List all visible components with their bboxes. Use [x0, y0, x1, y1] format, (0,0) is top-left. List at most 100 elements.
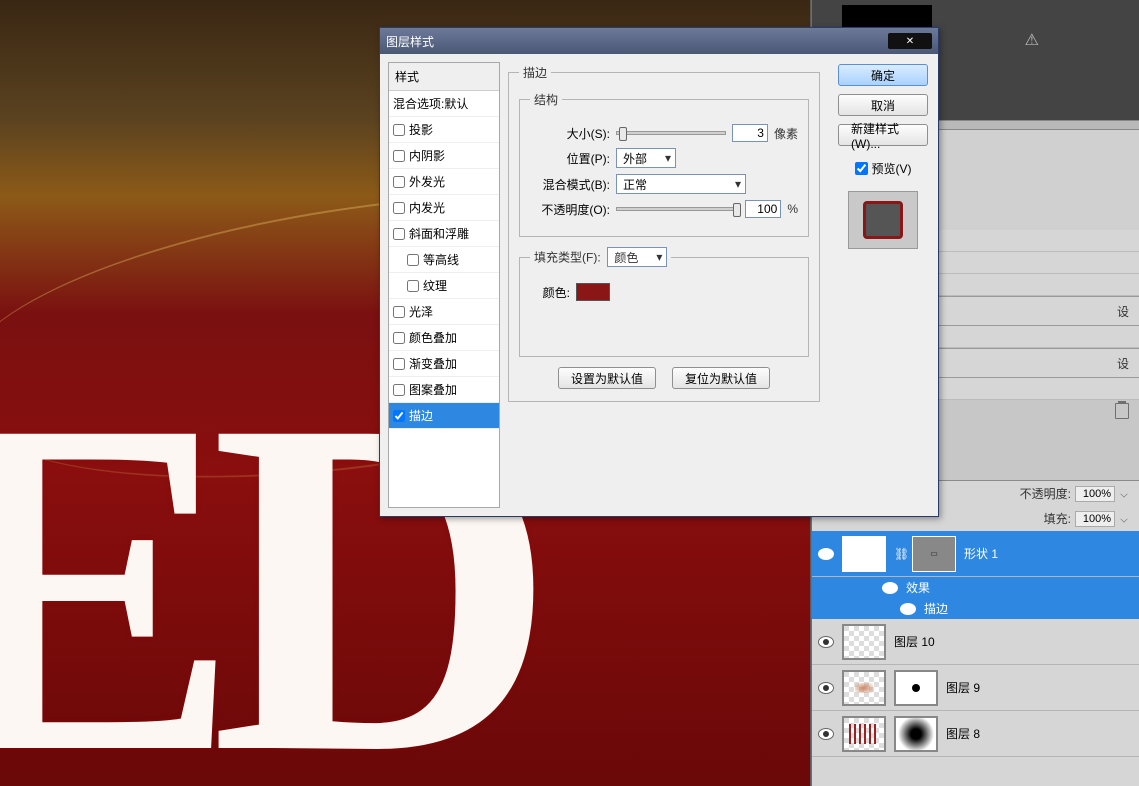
checkbox[interactable]	[393, 384, 405, 396]
style-item-stroke[interactable]: 描边	[389, 403, 499, 429]
checkbox[interactable]	[407, 280, 419, 292]
layer-name[interactable]: 图层 8	[946, 725, 1133, 742]
dialog-title: 图层样式	[386, 33, 434, 50]
visibility-icon[interactable]	[818, 548, 834, 560]
layer-thumb[interactable]	[842, 716, 886, 752]
layer-row-layer8[interactable]: 图层 8	[812, 711, 1139, 757]
layer-row-layer10[interactable]: 图层 10	[812, 619, 1139, 665]
layer-fill-label: 填充:	[1044, 510, 1071, 527]
item-label: 描边	[409, 407, 433, 424]
checkbox[interactable]	[393, 202, 405, 214]
style-list-header[interactable]: 样式	[389, 63, 499, 91]
visibility-icon[interactable]	[818, 728, 834, 740]
link-icon[interactable]: ⛓	[894, 547, 904, 561]
vector-mask-thumb[interactable]: ▭	[912, 536, 956, 572]
checkbox[interactable]	[393, 176, 405, 188]
trash-icon[interactable]	[1115, 403, 1129, 419]
chevron-down-icon[interactable]	[1120, 515, 1127, 522]
preview-checkbox-row[interactable]: 预览(V)	[838, 160, 928, 177]
fill-fieldset: 填充类型(F): 颜色 颜色:	[519, 247, 809, 357]
color-label: 颜色:	[530, 284, 570, 301]
checkbox[interactable]	[393, 228, 405, 240]
checkbox[interactable]	[393, 306, 405, 318]
size-unit: 像素	[774, 125, 798, 142]
style-item-outer-glow[interactable]: 外发光	[389, 169, 499, 195]
visibility-icon[interactable]	[818, 636, 834, 648]
chevron-down-icon[interactable]	[1120, 490, 1127, 497]
layer-mask-thumb[interactable]	[894, 670, 938, 706]
layer-thumb[interactable]	[842, 536, 886, 572]
structure-fieldset: 结构 大小(S): 像素 位置(P): 外部 混合模式(B): 正常	[519, 91, 809, 237]
style-item-inner-shadow[interactable]: 内阴影	[389, 143, 499, 169]
blending-options-item[interactable]: 混合选项:默认	[389, 91, 499, 117]
layer-fx-row[interactable]: 效果	[812, 577, 1139, 598]
stroke-fieldset: 描边 结构 大小(S): 像素 位置(P): 外部 混合模式(B):	[508, 64, 820, 402]
item-label: 纹理	[423, 277, 447, 294]
style-item-inner-glow[interactable]: 内发光	[389, 195, 499, 221]
position-dropdown[interactable]: 外部	[616, 148, 676, 168]
filltype-dropdown[interactable]: 颜色	[607, 247, 667, 267]
item-label: 渐变叠加	[409, 355, 457, 372]
opacity-input[interactable]	[745, 200, 781, 218]
layer-row-layer9[interactable]: 图层 9	[812, 665, 1139, 711]
item-label: 内阴影	[409, 147, 445, 164]
size-slider[interactable]	[616, 131, 726, 135]
checkbox[interactable]	[393, 332, 405, 344]
ok-button[interactable]: 确定	[838, 64, 928, 86]
visibility-icon[interactable]	[900, 603, 916, 615]
item-label: 外发光	[409, 173, 445, 190]
checkbox[interactable]	[393, 150, 405, 162]
layer-fill-field[interactable]: 填充: 100%	[1044, 510, 1129, 527]
layer-thumb[interactable]	[842, 624, 886, 660]
layer-name[interactable]: 图层 10	[894, 633, 1133, 650]
dialog-titlebar[interactable]: 图层样式	[380, 28, 938, 54]
stroke-legend: 描边	[519, 64, 551, 81]
stroke-color-swatch[interactable]	[576, 283, 610, 301]
style-item-color-overlay[interactable]: 颜色叠加	[389, 325, 499, 351]
layer-fill-value[interactable]: 100%	[1075, 511, 1115, 527]
fx-stroke-label: 描边	[924, 600, 948, 617]
style-list: 样式 混合选项:默认 投影 内阴影 外发光 内发光 斜面和浮雕 等高线 纹理 光…	[388, 62, 500, 508]
visibility-icon[interactable]	[882, 582, 898, 594]
item-label: 图案叠加	[409, 381, 457, 398]
new-style-button[interactable]: 新建样式(W)...	[838, 124, 928, 146]
style-item-pattern-overlay[interactable]: 图案叠加	[389, 377, 499, 403]
visibility-icon[interactable]	[818, 682, 834, 694]
layer-opacity-value[interactable]: 100%	[1075, 486, 1115, 502]
layer-name[interactable]: 形状 1	[964, 545, 1133, 562]
layer-opacity-field[interactable]: 不透明度: 100%	[1020, 485, 1129, 502]
layers-list[interactable]: ⛓ ▭ 形状 1 效果 描边 图层 10 图层 9	[812, 531, 1139, 786]
blendmode-dropdown[interactable]: 正常	[616, 174, 746, 194]
style-item-gradient-overlay[interactable]: 渐变叠加	[389, 351, 499, 377]
blendmode-label: 混合模式(B):	[530, 176, 610, 193]
filltype-label: 填充类型(F):	[534, 251, 601, 265]
fx-label: 效果	[906, 579, 930, 596]
preview-checkbox[interactable]	[855, 162, 868, 175]
layer-row-shape1[interactable]: ⛓ ▭ 形状 1	[812, 531, 1139, 577]
style-item-bevel[interactable]: 斜面和浮雕	[389, 221, 499, 247]
layer-name[interactable]: 图层 9	[946, 679, 1133, 696]
checkbox[interactable]	[393, 124, 405, 136]
style-item-satin[interactable]: 光泽	[389, 299, 499, 325]
checkbox[interactable]	[393, 410, 405, 422]
checkbox[interactable]	[407, 254, 419, 266]
checkbox[interactable]	[393, 358, 405, 370]
layer-mask-thumb[interactable]	[894, 716, 938, 752]
close-button[interactable]	[888, 33, 932, 49]
layer-fx-stroke-row[interactable]: 描边	[812, 598, 1139, 619]
opacity-slider[interactable]	[616, 207, 739, 211]
style-item-drop-shadow[interactable]: 投影	[389, 117, 499, 143]
panel-tab-label: 设	[1117, 303, 1129, 320]
item-label: 内发光	[409, 199, 445, 216]
cancel-button[interactable]: 取消	[838, 94, 928, 116]
opacity-label: 不透明度(O):	[530, 201, 610, 218]
reset-default-button[interactable]: 复位为默认值	[672, 367, 770, 389]
layer-opacity-label: 不透明度:	[1020, 485, 1071, 502]
item-label: 斜面和浮雕	[409, 225, 469, 242]
layer-style-dialog: 图层样式 样式 混合选项:默认 投影 内阴影 外发光 内发光 斜面和浮雕 等高线…	[379, 27, 939, 517]
layer-thumb[interactable]	[842, 670, 886, 706]
size-input[interactable]	[732, 124, 768, 142]
style-item-contour[interactable]: 等高线	[389, 247, 499, 273]
make-default-button[interactable]: 设置为默认值	[558, 367, 656, 389]
style-item-texture[interactable]: 纹理	[389, 273, 499, 299]
